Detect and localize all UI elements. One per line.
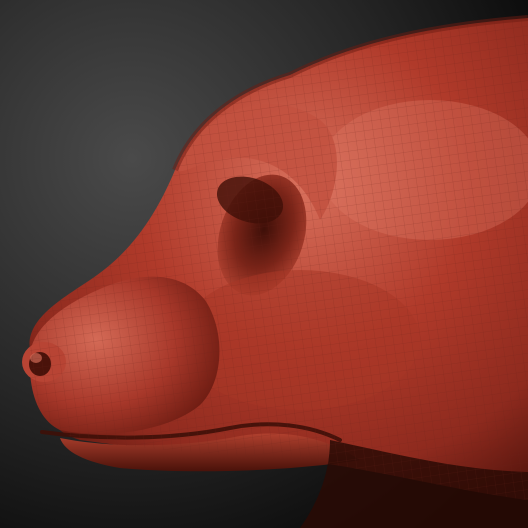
sculpt-viewport[interactable] [0,0,528,528]
viewport-canvas [0,0,528,528]
